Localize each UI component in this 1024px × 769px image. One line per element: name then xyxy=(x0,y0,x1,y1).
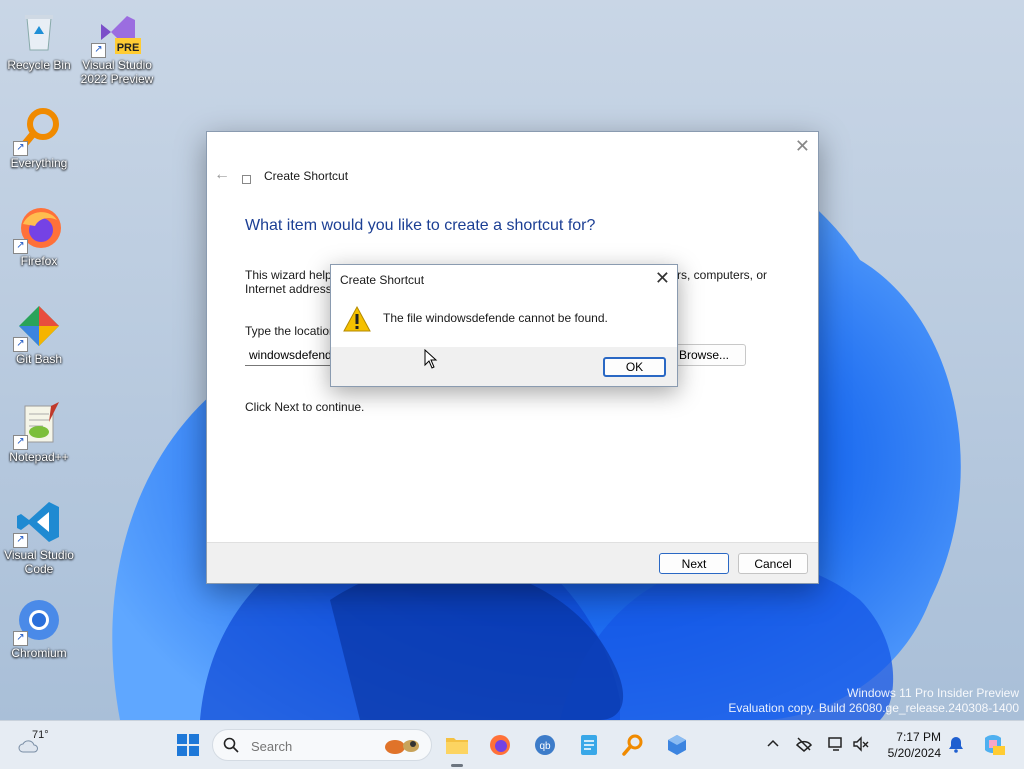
desktop-icon-label: Chromium xyxy=(11,646,67,660)
chevron-up-icon[interactable] xyxy=(764,735,782,753)
desktop-icon-label: Recycle Bin xyxy=(7,58,71,72)
taskbar-qbittorrent[interactable]: qb xyxy=(529,729,561,761)
desktop-icon-recycle-bin[interactable]: Recycle Bin xyxy=(1,8,77,72)
browse-button[interactable]: Browse... xyxy=(674,344,746,366)
everything-icon: ↗ xyxy=(13,106,63,156)
windows-icon xyxy=(177,734,199,756)
taskbar-app[interactable] xyxy=(661,729,693,761)
dialog-footer: OK xyxy=(331,347,677,386)
bell-icon[interactable] xyxy=(947,735,965,753)
dialog-close-button[interactable]: ✕ xyxy=(655,268,670,289)
desktop-icon-label: Visual Studio Code xyxy=(4,548,74,576)
error-message: The file windowsdefende cannot be found. xyxy=(383,311,608,325)
start-button[interactable] xyxy=(172,729,204,761)
cancel-button[interactable]: Cancel xyxy=(738,553,808,574)
svg-text:qb: qb xyxy=(539,741,551,752)
desktop-icon-visual-studio[interactable]: PRE ↗ Visual Studio 2022 Preview xyxy=(79,8,155,86)
location-label: Type the location xyxy=(245,324,336,338)
visual-studio-icon: PRE ↗ xyxy=(91,8,141,58)
desktop-icon-chromium[interactable]: ↗ Chromium xyxy=(1,596,77,660)
shortcut-icon xyxy=(242,175,251,184)
everything-icon xyxy=(622,734,643,756)
search-input[interactable] xyxy=(249,736,383,756)
mouse-cursor xyxy=(424,349,438,369)
taskbar-everything[interactable] xyxy=(617,729,649,761)
weather-widget[interactable]: 71° xyxy=(16,727,56,763)
taskbar-file-explorer[interactable] xyxy=(441,729,473,767)
notepad-icon xyxy=(581,735,597,755)
desktop-icon-label: Firefox xyxy=(20,254,58,268)
warning-icon xyxy=(343,305,371,332)
desktop-icon-notepadpp[interactable]: ↗ Notepad++ xyxy=(1,400,77,464)
recycle-bin-icon xyxy=(15,8,63,56)
next-button[interactable]: Next xyxy=(659,553,729,574)
shortcut-arrow-icon: ↗ xyxy=(13,239,28,254)
shortcut-arrow-icon: ↗ xyxy=(13,337,28,352)
weather-temp: 71° xyxy=(32,729,49,741)
shortcut-arrow-icon: ↗ xyxy=(91,43,106,58)
desktop-icon-label: Visual Studio 2022 Preview xyxy=(80,58,154,86)
copilot-icon[interactable] xyxy=(981,732,1005,756)
ok-button[interactable]: OK xyxy=(603,357,666,377)
display-icon[interactable] xyxy=(827,735,845,753)
pre-badge: PRE xyxy=(117,42,140,54)
vscode-icon: ↗ xyxy=(13,498,63,548)
taskbar-notepad[interactable] xyxy=(573,729,605,761)
taskbar-firefox[interactable] xyxy=(484,729,516,761)
network-offline-icon[interactable] xyxy=(795,735,813,753)
shortcut-arrow-icon: ↗ xyxy=(13,533,28,548)
search-highlight-icon xyxy=(385,740,419,754)
desktop-icon-everything[interactable]: ↗ Everything xyxy=(1,106,77,170)
firefox-icon xyxy=(490,735,510,755)
watermark-line2: Evaluation copy. Build 26080.ge_release.… xyxy=(728,701,1019,715)
back-arrow-icon[interactable]: ← xyxy=(214,166,230,184)
description-left: This wizard help xyxy=(245,268,332,282)
volume-muted-icon[interactable] xyxy=(852,735,870,753)
shortcut-arrow-icon: ↗ xyxy=(13,141,28,156)
desktop-icon-label: Everything xyxy=(10,156,68,170)
clock-time: 7:17 PM xyxy=(896,730,941,744)
cube-stack-icon xyxy=(668,735,686,755)
search-icon xyxy=(223,737,239,753)
qbittorrent-icon: qb xyxy=(535,735,555,755)
watermark-line1: Windows 11 Pro Insider Preview xyxy=(847,686,1019,700)
desktop-icon-git-bash[interactable]: ↗ Git Bash xyxy=(1,302,77,366)
description-right: rs, computers, or xyxy=(677,268,768,282)
taskbar-search[interactable] xyxy=(212,729,432,761)
firefox-icon: ↗ xyxy=(13,204,63,254)
wizard-close-button[interactable]: ✕ xyxy=(795,136,810,157)
continue-hint: Click Next to continue. xyxy=(245,400,365,414)
error-dialog: Create Shortcut ✕ The file windowsdefend… xyxy=(330,264,678,387)
desktop-icon-label: Git Bash xyxy=(15,352,63,366)
desktop-icon-firefox[interactable]: ↗ Firefox xyxy=(1,204,77,268)
git-bash-icon: ↗ xyxy=(13,302,63,352)
evaluation-watermark: Windows 11 Pro Insider Preview Evaluatio… xyxy=(728,686,1019,716)
folder-icon xyxy=(446,738,468,754)
shortcut-arrow-icon: ↗ xyxy=(13,631,28,646)
clock[interactable]: 7:17 PM 5/20/2024 xyxy=(881,729,941,761)
wizard-heading: What item would you like to create a sho… xyxy=(245,217,596,234)
shortcut-arrow-icon: ↗ xyxy=(13,435,28,450)
notepadpp-icon: ↗ xyxy=(13,400,63,450)
description-left-line2: Internet address xyxy=(245,282,332,296)
clock-date: 5/20/2024 xyxy=(887,746,941,760)
wizard-title: Create Shortcut xyxy=(264,169,349,183)
chromium-icon: ↗ xyxy=(13,596,63,646)
wizard-footer: Next Cancel xyxy=(207,542,818,583)
dialog-title: Create Shortcut xyxy=(340,273,425,287)
desktop-icon-vscode[interactable]: ↗ Visual Studio Code xyxy=(1,498,77,576)
desktop-icon-label: Notepad++ xyxy=(9,450,69,464)
taskbar: 71° qb 7:17 PM 5/20/2024 xyxy=(0,720,1024,769)
